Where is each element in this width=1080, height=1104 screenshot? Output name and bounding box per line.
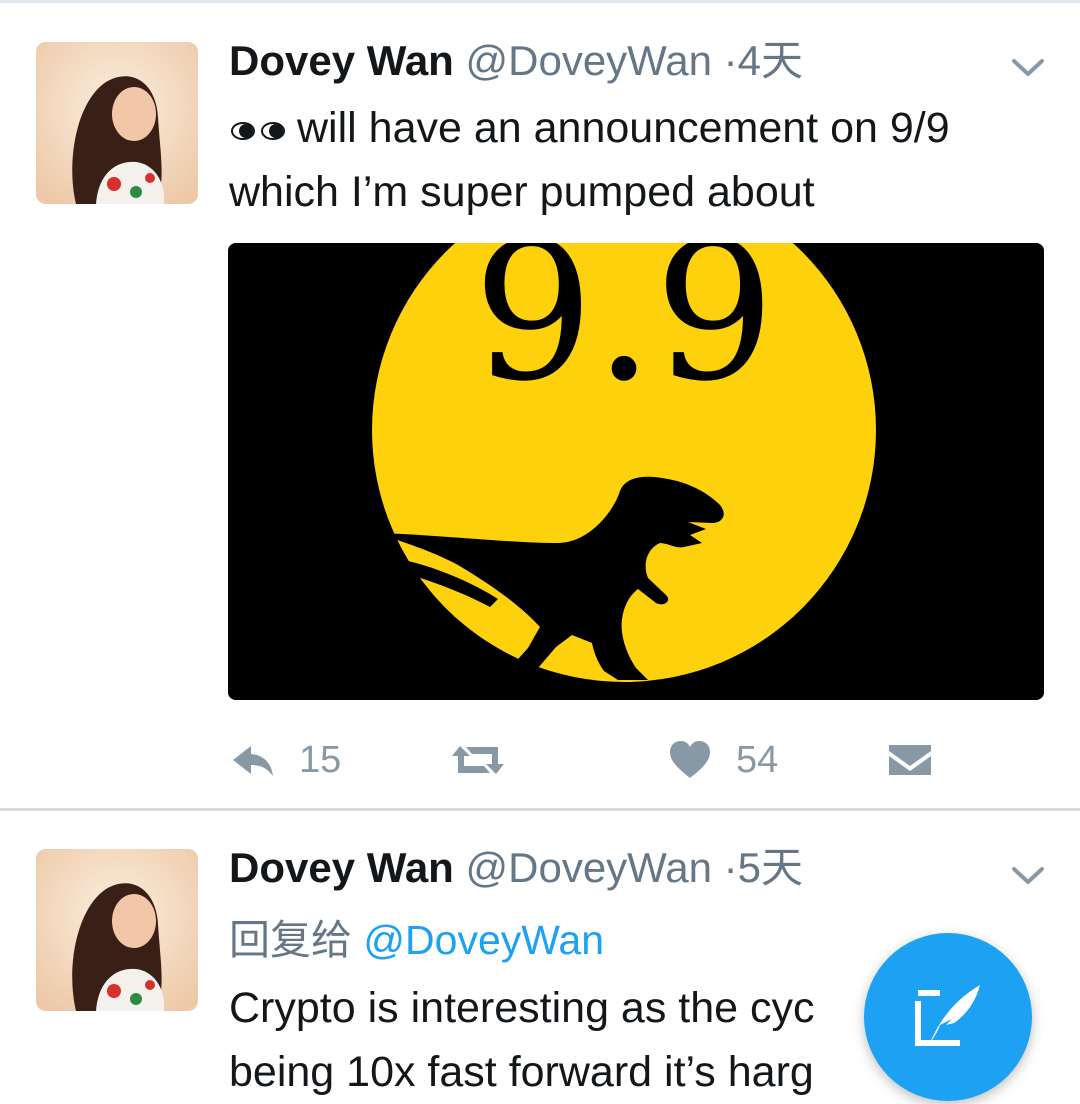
tweet-body-line: Crypto is interesting as the cyc <box>229 984 815 1032</box>
reply-to-label: 回复给 <box>229 917 352 963</box>
eyes-emoji-icon <box>231 121 285 140</box>
reply-icon <box>233 746 273 776</box>
heart-icon <box>670 741 710 778</box>
retweet-button[interactable] <box>450 727 528 793</box>
tweet[interactable]: Dovey Wan @DoveyWan ·4天 will have an ann… <box>0 3 1080 808</box>
reply-to-handle-link[interactable]: @DoveyWan <box>363 917 604 963</box>
dinosaur-image: 9.9 <box>228 243 1044 700</box>
reply-context: 回复给 @DoveyWan <box>229 908 604 972</box>
author-name[interactable]: Dovey Wan <box>229 844 454 891</box>
like-count: 54 <box>736 738 779 781</box>
compose-tweet-icon <box>915 985 980 1046</box>
tweet-text: Crypto is interesting as the cyc being 1… <box>229 976 929 1104</box>
tweet-header: Dovey Wan @DoveyWan ·4天 <box>229 31 803 91</box>
avatar[interactable] <box>36 849 198 1011</box>
reply-count: 15 <box>299 738 342 781</box>
chevron-down-icon[interactable] <box>1008 47 1048 87</box>
reply-button[interactable]: 15 <box>229 727 341 793</box>
tweet-image[interactable]: 9.9 <box>228 243 1044 700</box>
chevron-down-icon[interactable] <box>1008 855 1048 895</box>
avatar[interactable] <box>36 42 198 204</box>
header-separator: · <box>723 844 738 891</box>
tweet-body-line: being 10x fast forward it’s harg <box>229 1048 814 1096</box>
author-handle[interactable]: @DoveyWan <box>466 37 712 84</box>
tweet-timestamp[interactable]: 4天 <box>738 37 803 84</box>
direct-message-icon <box>889 745 931 775</box>
tweet-actions: 15 54 <box>0 727 1080 793</box>
tweet-divider <box>0 808 1080 811</box>
retweet-icon <box>452 746 504 774</box>
like-button[interactable]: 54 <box>666 727 778 793</box>
author-handle[interactable]: @DoveyWan <box>466 844 712 891</box>
tweet-timestamp[interactable]: 5天 <box>738 844 803 891</box>
header-separator: · <box>723 37 738 84</box>
tweet-header: Dovey Wan @DoveyWan ·5天 <box>229 838 803 898</box>
tweet-text: will have an announcement on 9/9 which I… <box>229 96 1059 224</box>
tweet-body: will have an announcement on 9/9 which I… <box>229 104 950 216</box>
author-name[interactable]: Dovey Wan <box>229 37 454 84</box>
direct-message-button[interactable] <box>886 727 934 793</box>
compose-tweet-button[interactable] <box>864 933 1032 1101</box>
image-text: 9.9 <box>473 243 775 423</box>
